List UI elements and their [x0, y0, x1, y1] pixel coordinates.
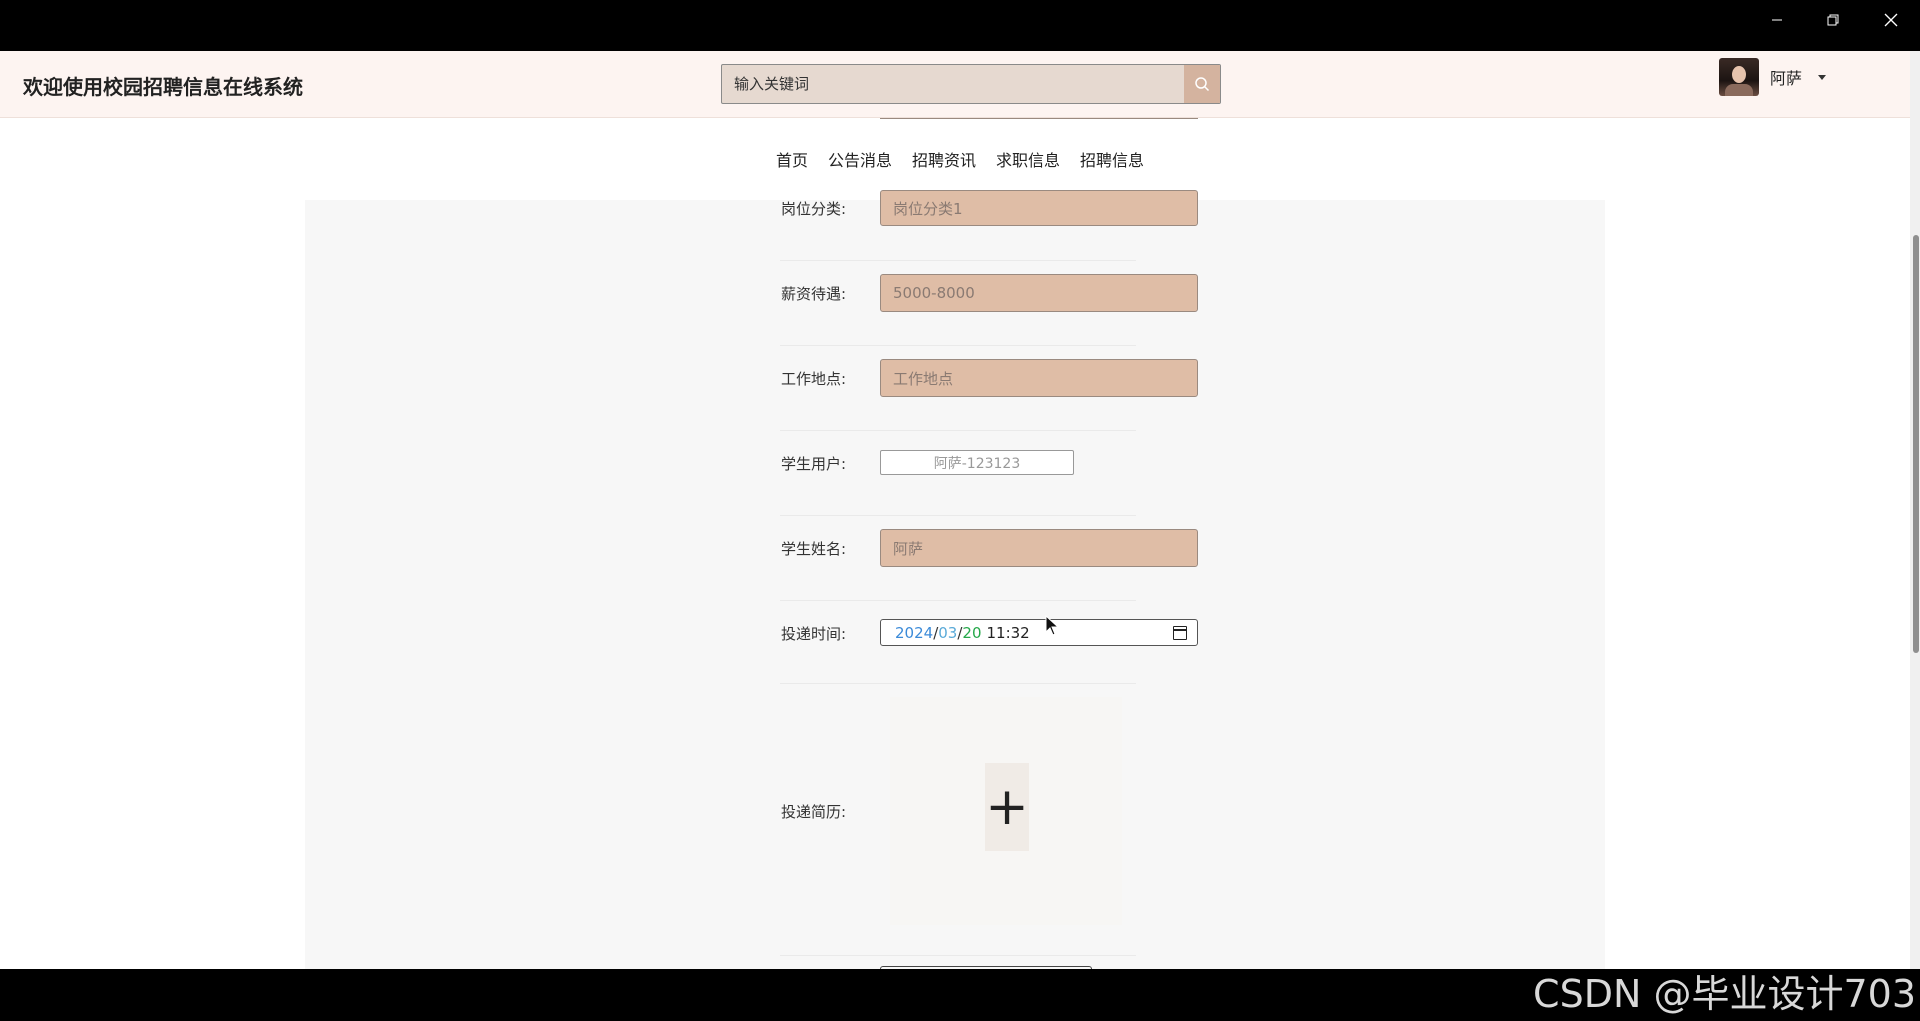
partially-hidden-field	[880, 105, 1198, 119]
caret-down-icon[interactable]	[1818, 74, 1827, 80]
form-divider	[780, 345, 1136, 346]
upload-plus-button[interactable]: +	[985, 763, 1029, 851]
student-name-label: 学生姓名:	[781, 540, 847, 558]
date-day: 20	[962, 623, 982, 642]
nav-item-recruit-info[interactable]: 招聘信息	[1080, 147, 1144, 171]
job-category-field[interactable]: 岗位分类1	[880, 190, 1198, 226]
watermark-text: CSDN @毕业设计703	[1533, 972, 1916, 1016]
salary-label: 薪资待遇:	[781, 285, 847, 303]
search-icon	[1195, 77, 1210, 92]
minimize-icon[interactable]	[1754, 0, 1800, 40]
user-menu[interactable]: 阿萨	[1719, 58, 1827, 96]
salary-field[interactable]: 5000-8000	[880, 274, 1198, 312]
search-button[interactable]	[1184, 65, 1220, 103]
student-user-select[interactable]: 阿萨-123123	[880, 450, 1074, 475]
work-location-label: 工作地点:	[781, 370, 847, 388]
submit-time-label: 投递时间:	[781, 625, 847, 643]
nav-item-announcements[interactable]: 公告消息	[828, 147, 892, 171]
date-year: 2024	[895, 623, 934, 642]
work-location-field[interactable]: 工作地点	[880, 359, 1198, 397]
username[interactable]: 阿萨	[1770, 65, 1802, 89]
form-divider	[780, 955, 1136, 956]
mouse-cursor-icon	[1045, 615, 1059, 636]
submit-time-input[interactable]: 2024/03/20 11:32	[880, 619, 1198, 646]
form-divider	[780, 515, 1136, 516]
restore-icon[interactable]	[1810, 0, 1856, 40]
main-nav: 首页 公告消息 招聘资讯 求职信息 招聘信息	[0, 118, 1920, 200]
date-time: 11:32	[986, 623, 1030, 642]
job-category-label: 岗位分类:	[781, 200, 847, 218]
student-name-field[interactable]: 阿萨	[880, 529, 1198, 567]
nav-item-job-seeking[interactable]: 求职信息	[996, 147, 1060, 171]
nav-item-recruit-news[interactable]: 招聘资讯	[912, 147, 976, 171]
search-box	[721, 64, 1221, 104]
nav-item-home[interactable]: 首页	[776, 147, 808, 171]
form-divider	[780, 260, 1136, 261]
date-month: 03	[938, 623, 958, 642]
avatar[interactable]	[1719, 58, 1759, 96]
scrollbar-thumb[interactable]	[1913, 235, 1919, 653]
form-divider	[780, 683, 1136, 684]
window-titlebar	[0, 0, 1920, 51]
search-input[interactable]	[722, 65, 1184, 103]
site-title: 欢迎使用校园招聘信息在线系统	[23, 75, 303, 99]
student-user-label: 学生用户:	[781, 455, 847, 473]
form-divider	[780, 430, 1136, 431]
close-icon[interactable]	[1868, 0, 1914, 40]
form-divider	[780, 600, 1136, 601]
calendar-icon[interactable]	[1173, 626, 1187, 640]
resume-label: 投递简历:	[781, 803, 847, 821]
